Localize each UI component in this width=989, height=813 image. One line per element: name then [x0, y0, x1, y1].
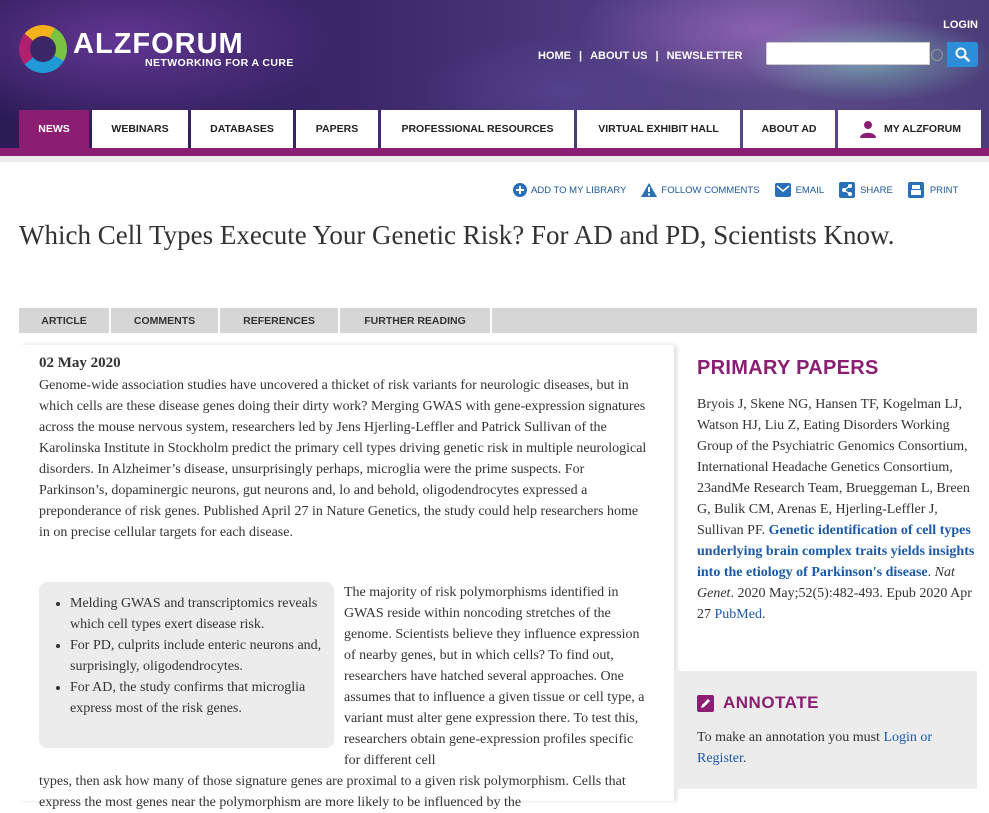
summary-bullet: For PD, culprits include enteric neurons…: [70, 635, 324, 677]
logo-icon: [19, 25, 67, 73]
paper-authors: Bryois J, Skene NG, Hansen TF, Kogelman …: [697, 397, 970, 538]
email-button[interactable]: EMAIL: [774, 182, 825, 198]
newsletter-link[interactable]: NEWSLETTER: [667, 50, 743, 62]
print-icon: [907, 182, 924, 198]
email-label: EMAIL: [795, 184, 825, 196]
summary-box: Melding GWAS and transcriptomics reveals…: [39, 582, 334, 748]
search-button[interactable]: [947, 42, 978, 67]
article-intro: Genome-wide association studies have unc…: [39, 378, 647, 540]
tab-professional-resources[interactable]: PROFESSIONAL RESOURCES: [381, 110, 574, 148]
article-date: 02 May 2020: [39, 355, 121, 371]
alert-icon: [641, 183, 658, 197]
follow-comments-button[interactable]: FOLLOW COMMENTS: [641, 182, 760, 198]
article-body: 02 May 2020 Genome-wide association stud…: [19, 345, 674, 810]
my-alzforum-label: MY ALZFORUM: [884, 123, 961, 135]
loading-icon: [931, 49, 943, 61]
email-icon: [774, 183, 791, 197]
tab-my-alzforum[interactable]: MY ALZFORUM: [838, 110, 981, 148]
add-to-library-button[interactable]: ADD TO MY LIBRARY: [513, 182, 626, 198]
share-label: SHARE: [860, 184, 893, 196]
annotate-message: To make an annotation you must: [697, 730, 884, 745]
about-us-link[interactable]: ABOUT US: [590, 50, 647, 62]
tab-virtual-exhibit-hall[interactable]: VIRTUAL EXHIBIT HALL: [577, 110, 740, 148]
logo-name: ALZFORUM: [73, 28, 244, 60]
edit-icon: [697, 694, 714, 712]
article-tabs: ARTICLE COMMENTS REFERENCES FURTHER READ…: [19, 308, 977, 333]
annotate-title: ANNOTATE: [723, 693, 819, 712]
article-paragraph-continued: types, then ask how many of those signat…: [39, 774, 626, 810]
tab-about-ad[interactable]: ABOUT AD: [743, 110, 835, 148]
page-title: Which Cell Types Execute Your Genetic Ri…: [19, 220, 895, 250]
top-nav: HOME | ABOUT US | NEWSLETTER: [538, 50, 742, 62]
search-box: [766, 42, 978, 67]
annotate-box: ANNOTATE To make an annotation you must …: [674, 671, 977, 789]
pubmed-link[interactable]: PubMed: [715, 607, 762, 622]
main-nav: NEWS WEBINARS DATABASES PAPERS PROFESSIO…: [19, 110, 981, 148]
tab-databases[interactable]: DATABASES: [191, 110, 293, 148]
add-to-library-label: ADD TO MY LIBRARY: [531, 184, 627, 196]
tab-webinars[interactable]: WEBINARS: [92, 110, 188, 148]
primary-papers: PRIMARY PAPERS Bryois J, Skene NG, Hanse…: [697, 357, 977, 625]
paper-citation: Bryois J, Skene NG, Hansen TF, Kogelman …: [697, 397, 975, 622]
summary-bullet: Melding GWAS and transcriptomics reveals…: [70, 593, 324, 635]
nav-separator: |: [579, 50, 583, 62]
login-link[interactable]: LOGIN: [943, 19, 978, 31]
tab-article[interactable]: ARTICLE: [19, 308, 111, 333]
share-button[interactable]: SHARE: [839, 182, 893, 198]
primary-papers-title: PRIMARY PAPERS: [697, 357, 879, 379]
logo-tagline: NETWORKING FOR A CURE: [145, 57, 294, 69]
tab-references[interactable]: REFERENCES: [220, 308, 340, 333]
user-icon: [860, 121, 876, 138]
tab-further-reading[interactable]: FURTHER READING: [340, 308, 492, 333]
follow-comments-label: FOLLOW COMMENTS: [661, 184, 760, 196]
print-label: PRINT: [929, 184, 959, 196]
nav-shadow-bar: [0, 156, 989, 162]
tab-papers[interactable]: PAPERS: [296, 110, 378, 148]
search-input[interactable]: [766, 42, 930, 65]
article-paragraph: The majority of risk polymorphisms ident…: [344, 585, 645, 768]
home-link[interactable]: HOME: [538, 50, 571, 62]
share-icon: [839, 182, 856, 198]
tab-news[interactable]: NEWS: [19, 110, 89, 148]
nav-separator: |: [655, 50, 659, 62]
annotate-text: To make an annotation you must Login or …: [697, 730, 933, 766]
annotate-heading: ANNOTATE: [697, 693, 819, 713]
site-logo[interactable]: ALZFORUM NETWORKING FOR A CURE: [19, 25, 294, 73]
search-icon: [955, 47, 970, 62]
plus-circle-icon: [513, 183, 527, 197]
nav-underline: [0, 148, 989, 156]
summary-bullet: For AD, the study confirms that microgli…: [70, 677, 324, 719]
print-button[interactable]: PRINT: [907, 182, 959, 198]
tab-comments[interactable]: COMMENTS: [111, 308, 220, 333]
article-tools: ADD TO MY LIBRARY FOLLOW COMMENTS EMAIL …: [513, 182, 958, 198]
